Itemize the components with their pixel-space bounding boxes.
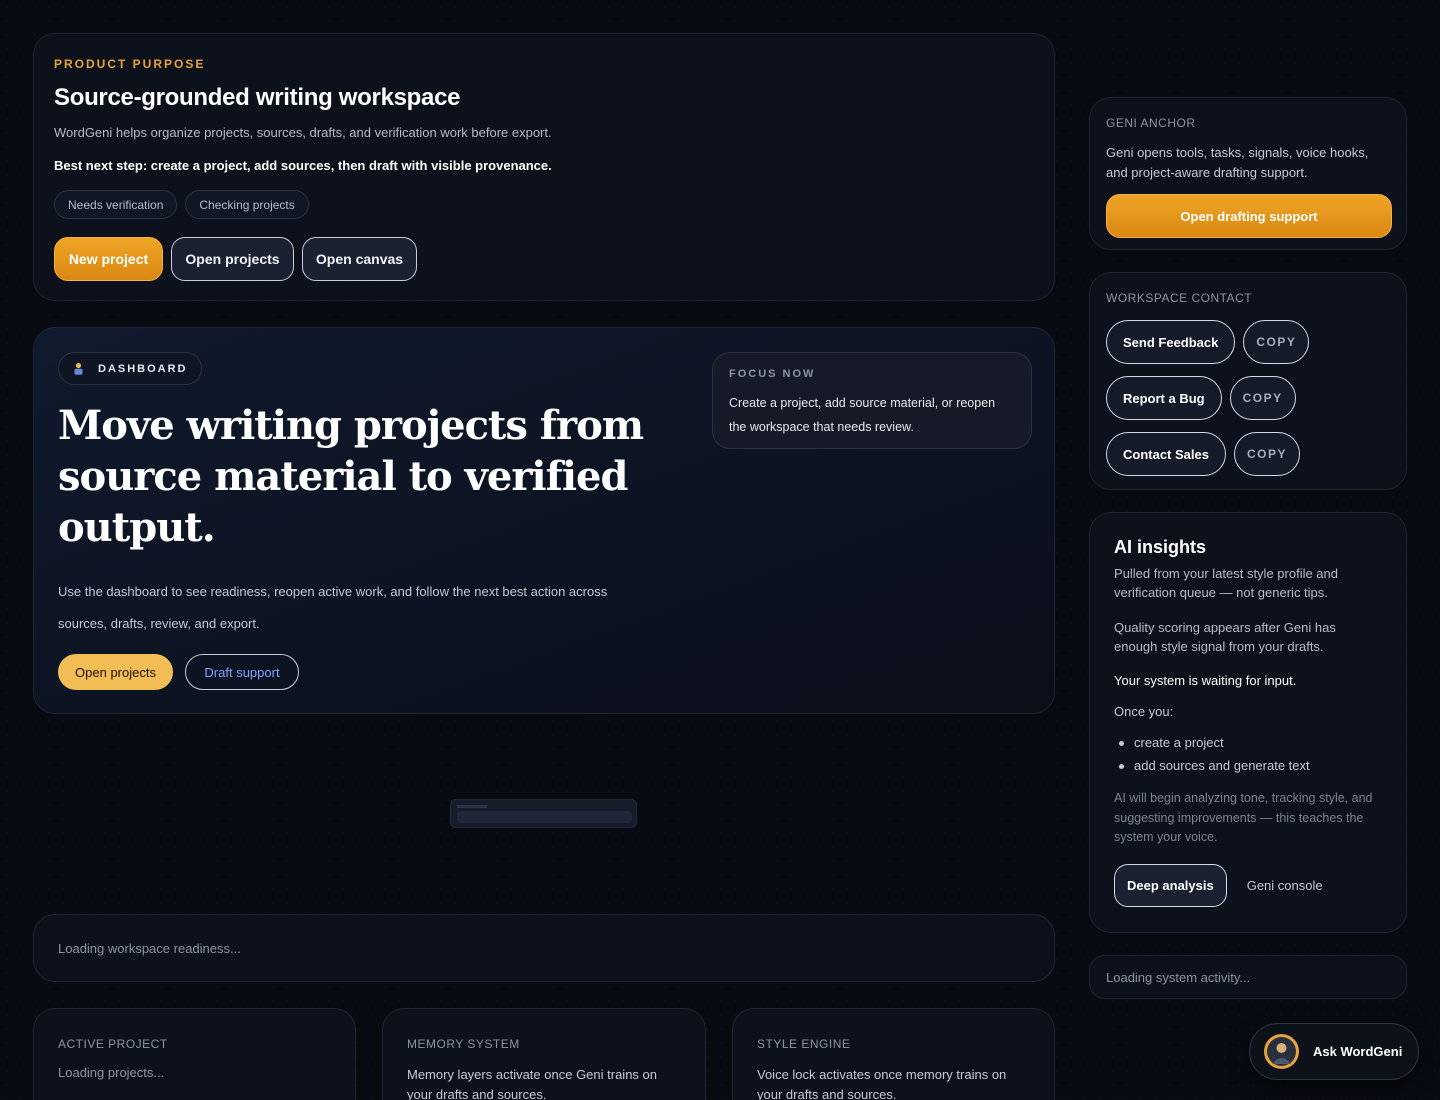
dashboard-open-projects-button[interactable]: Open projects — [58, 654, 173, 690]
draft-support-button[interactable]: Draft support — [185, 654, 299, 690]
status-pills: Needs verification Checking projects — [54, 190, 1034, 219]
memory-system-card: MEMORY SYSTEM Memory layers activate onc… — [382, 1008, 706, 1100]
ai-insights-footer: AI will begin analyzing tone, tracking s… — [1114, 791, 1373, 844]
system-activity-loading: Loading system activity... — [1106, 969, 1251, 985]
purpose-description: WordGeni helps organize projects, source… — [54, 125, 552, 140]
purpose-eyebrow: PRODUCT PURPOSE — [54, 57, 206, 71]
dashboard-headline: Move writing projects from source materi… — [58, 400, 678, 553]
headline-line-3: output. — [58, 504, 216, 551]
active-project-label: ACTIVE PROJECT — [58, 1037, 168, 1051]
readiness-loading-text: Loading workspace readiness... — [58, 940, 241, 956]
ai-insights-subtitle: Pulled from your latest style profile an… — [1114, 566, 1338, 600]
style-engine-label: STYLE ENGINE — [757, 1037, 851, 1051]
focus-now-panel: FOCUS NOW Create a project, add source m… — [712, 352, 1032, 449]
memory-system-text: Memory layers activate once Geni trains … — [407, 1067, 657, 1100]
geni-anchor-card: GENI ANCHOR Geni opens tools, tasks, sig… — [1089, 97, 1407, 250]
purpose-actions: New project Open projects Open canvas — [54, 237, 1034, 281]
report-bug-button[interactable]: Report a Bug — [1106, 376, 1222, 420]
loading-placeholder-bar — [450, 799, 637, 828]
ai-insights-waiting: Your system is waiting for input. — [1114, 673, 1297, 688]
workspace-readiness-card: Loading workspace readiness... — [33, 914, 1055, 982]
system-activity-card: Loading system activity... — [1089, 955, 1407, 999]
ai-insights-title: AI insights — [1114, 537, 1207, 557]
dashboard-badge: DASHBOARD — [58, 352, 202, 385]
purpose-next-step: Best next step: create a project, add so… — [54, 158, 552, 173]
needs-verification-pill: Needs verification — [54, 190, 178, 219]
deep-analysis-button[interactable]: Deep analysis — [1114, 863, 1227, 907]
dashboard-actions: Open projects Draft support — [58, 654, 299, 690]
copy-feedback-button[interactable]: COPY — [1243, 320, 1310, 364]
copy-bug-button[interactable]: COPY — [1229, 376, 1296, 420]
geni-anchor-label: GENI ANCHOR — [1106, 116, 1196, 130]
memory-system-label: MEMORY SYSTEM — [407, 1037, 520, 1051]
contact-sales-button[interactable]: Contact Sales — [1106, 432, 1226, 476]
style-engine-text: Voice lock activates once memory trains … — [757, 1067, 1007, 1100]
checking-projects-pill: Checking projects — [185, 190, 309, 219]
headline-line-1: Move writing projects from — [58, 402, 644, 449]
contact-sales-row: Contact Sales COPY — [1106, 432, 1390, 476]
send-feedback-row: Send Feedback COPY — [1106, 320, 1390, 364]
workspace-contact-card: WORKSPACE CONTACT Send Feedback COPY Rep… — [1089, 272, 1407, 490]
geni-console-link[interactable]: Geni console — [1247, 878, 1323, 893]
active-project-card: ACTIVE PROJECT Loading projects... — [33, 1008, 356, 1100]
dashboard-badge-label: DASHBOARD — [98, 362, 188, 375]
ai-insights-card: AI insights Pulled from your latest styl… — [1089, 512, 1407, 933]
dashboard-body-line-2: sources, drafts, review, and export. — [58, 616, 260, 631]
active-project-text: Loading projects... — [58, 1065, 165, 1080]
send-feedback-button[interactable]: Send Feedback — [1106, 320, 1236, 364]
dashboard-body: Use the dashboard to see readiness, reop… — [58, 576, 607, 640]
workspace-contact-label: WORKSPACE CONTACT — [1106, 291, 1253, 305]
ask-wordgeni-label: Ask WordGeni — [1313, 1044, 1403, 1059]
focus-now-label: FOCUS NOW — [729, 368, 816, 380]
open-canvas-button[interactable]: Open canvas — [302, 237, 417, 281]
report-bug-row: Report a Bug COPY — [1106, 376, 1390, 420]
person-icon — [73, 362, 84, 376]
ai-insights-actions: Deep analysis Geni console — [1114, 863, 1382, 907]
ask-wordgeni-button[interactable]: Ask WordGeni — [1249, 1023, 1419, 1080]
new-project-button[interactable]: New project — [54, 237, 163, 281]
wordgeni-avatar-icon — [1264, 1034, 1299, 1069]
bullet-create-project: create a project — [1114, 735, 1382, 750]
geni-anchor-text: Geni opens tools, tasks, signals, voice … — [1106, 145, 1369, 180]
purpose-title: Source-grounded writing workspace — [54, 84, 461, 111]
open-projects-button[interactable]: Open projects — [171, 237, 294, 281]
open-drafting-support-button[interactable]: Open drafting support — [1106, 194, 1392, 238]
dashboard-hero-card: DASHBOARD Move writing projects from sou… — [33, 327, 1055, 714]
product-purpose-card: PRODUCT PURPOSE Source-grounded writing … — [33, 33, 1055, 301]
ai-insights-quality: Quality scoring appears after Geni has e… — [1114, 620, 1336, 654]
bullet-add-sources: add sources and generate text — [1114, 758, 1382, 773]
headline-line-2: source material to verified — [58, 453, 628, 500]
copy-sales-button[interactable]: COPY — [1233, 432, 1300, 476]
ai-insights-bullets: create a project add sources and generat… — [1114, 735, 1382, 773]
focus-now-text: Create a project, add source material, o… — [729, 396, 996, 434]
style-engine-card: STYLE ENGINE Voice lock activates once m… — [732, 1008, 1055, 1100]
dashboard-body-line-1: Use the dashboard to see readiness, reop… — [58, 584, 608, 599]
ai-insights-once: Once you: — [1114, 704, 1174, 719]
